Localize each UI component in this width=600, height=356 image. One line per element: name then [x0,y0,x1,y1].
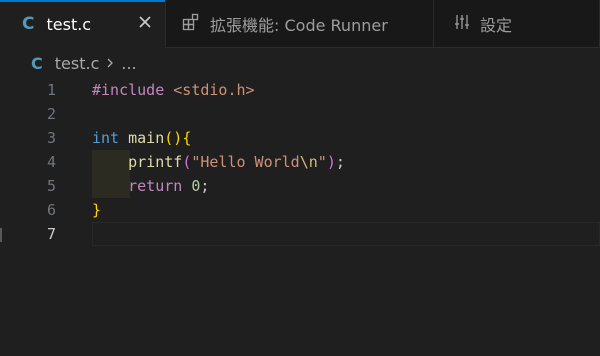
code-token: printf [128,153,183,171]
code-line[interactable]: 2 [0,102,600,126]
code-token: #include [92,81,174,99]
line-number: 7 [46,225,56,243]
line-number: 3 [46,129,56,147]
close-icon[interactable] [136,13,154,31]
code-text: } [92,198,101,222]
code-line[interactable]: 1 #include <stdio.h> [0,78,600,102]
line-number: 1 [46,81,56,99]
code-token: ; [200,177,210,195]
code-editor[interactable]: 1 #include <stdio.h> 2 3 int main(){4 printf… [0,78,600,356]
code-token: ) [326,153,336,171]
tab-test-c[interactable]: C test.c [0,0,166,49]
extensions-icon [182,13,200,35]
tab-label: test.c [46,14,92,34]
code-token: { [182,129,192,147]
line-number: 5 [46,177,56,195]
tab-label: 設定 [480,16,513,35]
tab-extension-code-runner[interactable]: 拡張機能: Code Runner [166,0,434,48]
line-number: 2 [46,105,56,123]
tab-label: 拡張機能: Code Runner [210,16,388,35]
code-text: return 0; [92,174,209,198]
line-number: 4 [46,153,56,171]
code-token: <stdio.h> [173,81,255,99]
chevron-right-icon [105,57,115,69]
line-number: 6 [46,201,56,219]
breadcrumb-more[interactable]: ... [121,54,136,73]
c-file-icon: C [31,53,43,73]
breadcrumb-file[interactable]: test.c [55,54,100,73]
code-text: #include <stdio.h> [92,78,255,102]
code-token: ( [182,153,192,171]
c-file-icon: C [22,14,35,34]
code-token: "Hello World [191,153,300,171]
code-text: int main(){ [92,126,191,150]
tab-settings[interactable]: 設定 [434,0,600,48]
code-line[interactable]: 3 int main(){ [0,126,600,150]
code-token: main [128,129,165,147]
code-token: return [128,177,183,195]
code-line[interactable]: 6} [0,198,600,222]
code-text: printf("Hello World\n"); [92,150,345,174]
breadcrumb: C test.c ... [0,48,600,78]
code-token: ; [335,153,345,171]
code-line[interactable]: 7 [0,222,600,246]
settings-sliders-icon [454,14,470,34]
code-token: } [92,201,102,219]
code-token: \n [299,153,318,171]
code-token: () [164,129,183,147]
code-token: int [92,129,120,147]
code-token: " [317,153,327,171]
code-line[interactable]: 5 return 0; [0,174,600,198]
editor-tab-bar: C test.c 拡張機能: Code Runner 設定 [0,0,600,49]
code-line[interactable]: 4 printf("Hello World\n"); [0,150,600,174]
